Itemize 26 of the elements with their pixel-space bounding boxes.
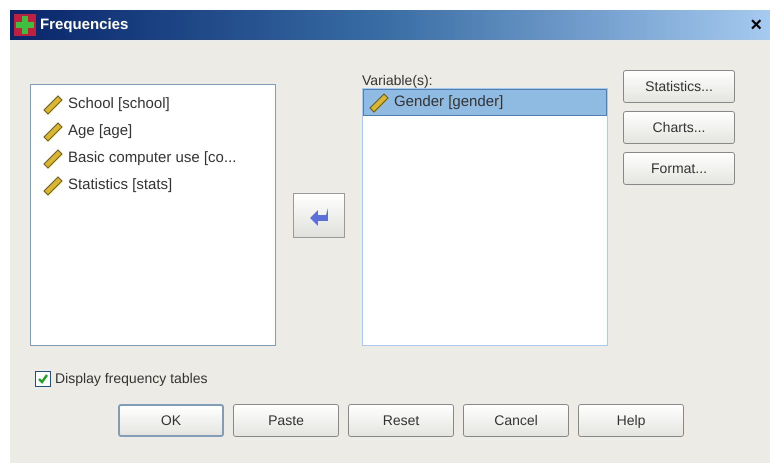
- check-icon: [37, 372, 49, 384]
- checkbox-label: Display frequency tables: [55, 369, 208, 388]
- dialog-button[interactable]: Cancel: [463, 404, 569, 437]
- checkbox[interactable]: [35, 370, 51, 386]
- dialog-button[interactable]: Paste: [233, 404, 339, 437]
- dialog-button[interactable]: Charts...: [623, 111, 735, 144]
- ruler-icon: [42, 148, 64, 168]
- dialog-button[interactable]: Help: [578, 404, 684, 437]
- variable-list-item[interactable]: Age [age]: [37, 118, 269, 145]
- app-icon: [14, 14, 36, 36]
- window-title: Frequencies: [40, 14, 128, 35]
- variable-list-item[interactable]: School [school]: [37, 91, 269, 118]
- dialog-button[interactable]: Format...: [623, 152, 735, 185]
- dialog-button[interactable]: OK: [118, 404, 224, 437]
- ruler-icon: [42, 94, 64, 114]
- variable-list-item[interactable]: Basic computer use [co...: [37, 145, 269, 172]
- ruler-icon: [42, 176, 64, 196]
- ruler-icon: [42, 122, 64, 142]
- variables-label: Variable(s):: [362, 71, 434, 88]
- variable-list-item[interactable]: Statistics [stats]: [37, 172, 269, 199]
- dialog-button[interactable]: Statistics...: [623, 70, 735, 103]
- dialog-button[interactable]: Reset: [348, 404, 454, 437]
- variable-list-item[interactable]: Gender [gender]: [363, 89, 607, 116]
- close-button[interactable]: ×: [750, 15, 762, 35]
- ruler-icon: [368, 92, 390, 112]
- move-button[interactable]: [293, 193, 345, 238]
